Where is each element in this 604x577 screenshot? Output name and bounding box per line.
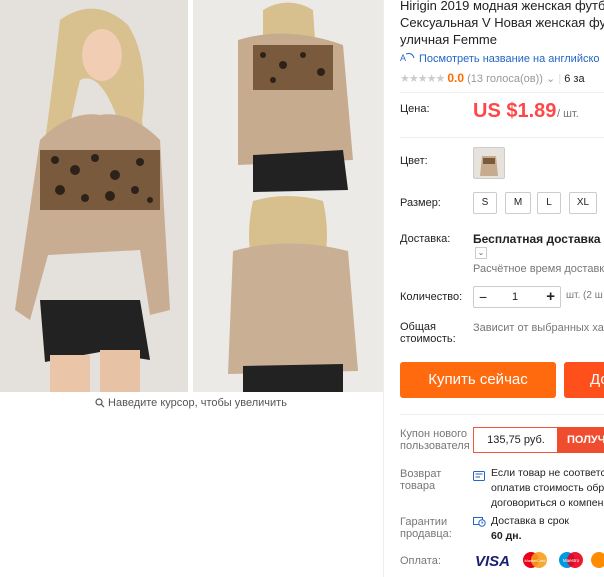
maestro-logo-icon: Maestro	[559, 552, 583, 568]
coupon-amount: 135,75 руб.	[473, 427, 558, 453]
delivery-time-text: Расчётное время доставки	[473, 263, 604, 275]
quantity-stepper: − 1 +	[473, 286, 561, 308]
shipping-chevron-icon[interactable]: ⌄	[475, 247, 487, 259]
add-to-cart-button[interactable]: До	[564, 362, 604, 398]
svg-text:VISA: VISA	[475, 553, 510, 569]
chevron-down-icon[interactable]: ⌄	[546, 73, 555, 85]
product-thumb-1[interactable]	[193, 0, 383, 196]
returns-label: Возврат товара	[400, 468, 442, 492]
size-label: Размер:	[400, 197, 441, 209]
magnifier-icon	[95, 398, 105, 408]
color-option-thumb[interactable]	[473, 147, 505, 179]
svg-text:A: A	[400, 53, 406, 63]
zoom-hint: Наведите курсор, чтобы увеличить	[0, 397, 382, 409]
shipping-label: Доставка:	[400, 233, 451, 245]
coupon-label: Купон нового пользователя	[400, 428, 470, 452]
divider	[400, 414, 604, 415]
guarantee-label: Гарантии продавца:	[400, 516, 452, 540]
divider	[400, 137, 604, 138]
orders-count: 6 за	[564, 73, 585, 85]
rating-score: 0.0	[447, 71, 465, 85]
size-option-l[interactable]: L	[537, 192, 561, 214]
visa-logo-icon: VISA	[475, 553, 510, 569]
size-option-s[interactable]: S	[473, 192, 497, 214]
quantity-label: Количество:	[400, 291, 463, 303]
buy-now-button[interactable]: Купить сейчас	[400, 362, 556, 398]
size-option-m[interactable]: M	[505, 192, 531, 214]
payment-label: Оплата:	[400, 555, 441, 567]
product-thumb-2[interactable]	[193, 196, 383, 392]
svg-text:MasterCard: MasterCard	[525, 558, 546, 563]
svg-text:Maestro: Maestro	[563, 558, 580, 563]
size-option-xl[interactable]: XL	[569, 192, 597, 214]
rating-row: ★★★★★ 0.0 (13 голоса(ов)) ⌄ | 6 за	[400, 71, 585, 85]
rating-stars[interactable]: ★★★★★	[400, 73, 445, 85]
quantity-plus-button[interactable]: +	[546, 287, 555, 307]
total-label: Общая стоимость:	[400, 321, 456, 345]
returns-text: Если товар не соответс оплатив стоимость…	[491, 467, 604, 509]
quantity-minus-button[interactable]: −	[479, 287, 487, 307]
column-divider	[383, 0, 384, 577]
rating-votes[interactable]: (13 голоса(ов))	[467, 73, 543, 85]
free-shipping-text[interactable]: Бесплатная доставка в R	[473, 232, 604, 246]
total-value: Зависит от выбранных хар	[473, 322, 604, 334]
return-icon	[473, 468, 485, 486]
clock-icon	[473, 515, 486, 533]
qiwi-logo-icon	[591, 552, 604, 568]
product-title: Hirigin 2019 модная женская футб Сексуал…	[400, 0, 604, 47]
price-label: Цена:	[400, 103, 430, 115]
price-value: US $1.89	[473, 100, 557, 122]
translate-title-link[interactable]: A Посмотреть название на английско	[400, 52, 600, 65]
product-main-photo[interactable]	[0, 0, 188, 392]
quantity-available: шт. (2 ш	[566, 290, 603, 301]
quantity-input[interactable]: 1	[512, 287, 518, 307]
color-label: Цвет:	[400, 155, 428, 167]
translate-icon: A	[400, 53, 415, 63]
mastercard-logo-icon: MasterCard	[523, 552, 547, 568]
divider	[400, 92, 604, 93]
guarantee-text: Доставка в срок 60 дн.	[491, 515, 570, 542]
get-coupon-button[interactable]: ПОЛУЧ	[557, 427, 604, 453]
price-unit: / шт.	[557, 108, 579, 120]
